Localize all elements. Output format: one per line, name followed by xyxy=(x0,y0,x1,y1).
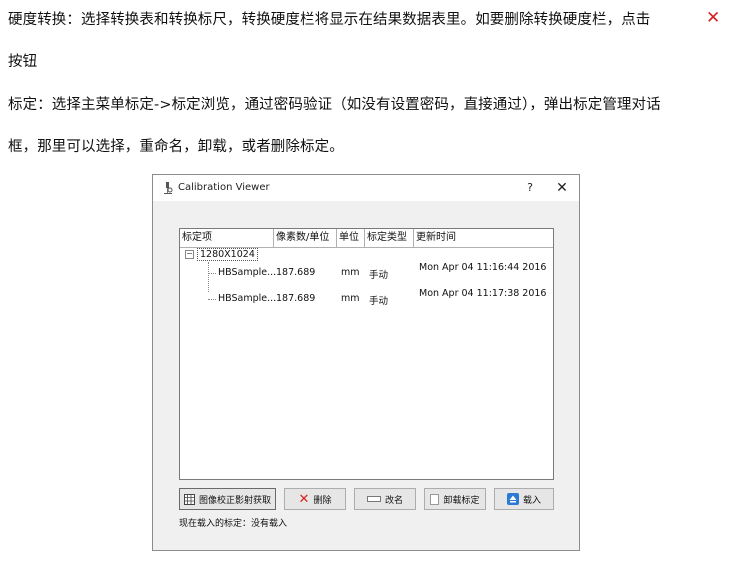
unload-icon xyxy=(430,493,440,505)
row-name: HBSample... xyxy=(218,293,277,304)
column-header-type[interactable]: 标定类型 xyxy=(365,229,414,247)
row-type: 手动 xyxy=(369,270,389,281)
microscope-icon xyxy=(164,182,173,194)
load-up-icon xyxy=(506,493,519,505)
rename-label: 改名 xyxy=(384,495,403,506)
doc-paragraph-1: 硬度转换：选择转换表和转换标尺，转换硬度栏将显示在结果数据表里。如要删除转换硬度… xyxy=(8,12,651,28)
delete-label: 删除 xyxy=(313,495,332,506)
doc-paragraph-2: 标定：选择主菜单标定->标定浏览，通过密码验证（如没有设置密码，直接通过），弹出… xyxy=(8,97,661,113)
calibration-viewer-dialog: Calibration Viewer ? ✕ 标定项 像素数/单位 单位 标定类… xyxy=(152,174,580,551)
list-header: 标定项 像素数/单位 单位 标定类型 更新时间 xyxy=(180,229,553,248)
rename-button[interactable]: 改名 xyxy=(354,488,416,510)
image-correction-button[interactable]: 图像校正影射获取 xyxy=(179,488,276,510)
column-header-time[interactable]: 更新时间 xyxy=(414,229,553,247)
row-pixels: 187.689 xyxy=(276,293,316,304)
doc-paragraph-1-end: 按钮 xyxy=(8,54,38,70)
help-button[interactable]: ? xyxy=(522,180,538,196)
collapse-icon[interactable]: − xyxy=(185,250,194,259)
delete-button[interactable]: ✕ 删除 xyxy=(284,488,346,510)
column-header-unit[interactable]: 单位 xyxy=(337,229,365,247)
image-correction-label: 图像校正影射获取 xyxy=(198,495,271,506)
unload-label: 卸载标定 xyxy=(443,495,480,506)
rename-icon xyxy=(366,496,381,502)
row-type: 手动 xyxy=(369,296,389,307)
column-header-item[interactable]: 标定项 xyxy=(180,229,274,247)
load-label: 载入 xyxy=(522,495,541,506)
row-unit: mm xyxy=(341,267,360,278)
tree-root-label: 1280X1024 xyxy=(197,248,258,261)
column-header-pixels[interactable]: 像素数/单位 xyxy=(274,229,337,247)
row-time: Mon Apr 04 11:17:38 2016 xyxy=(419,288,547,299)
calibration-tree-list[interactable]: 标定项 像素数/单位 单位 标定类型 更新时间 −1280X1024 HBSam… xyxy=(179,228,554,480)
row-pixels: 187.689 xyxy=(276,267,316,278)
doc-paragraph-2-end: 框，那里可以选择，重命名，卸载，或者删除标定。 xyxy=(8,139,344,155)
load-button[interactable]: 载入 xyxy=(494,488,554,510)
tree-connector xyxy=(208,273,216,274)
row-name: HBSample... xyxy=(218,267,277,278)
dialog-title: Calibration Viewer xyxy=(178,182,270,193)
red-x-icon: ✕ xyxy=(706,8,721,28)
status-text: 现在载入的标定：没有载入 xyxy=(179,519,288,529)
close-button[interactable]: ✕ xyxy=(553,180,571,196)
row-time: Mon Apr 04 11:16:44 2016 xyxy=(419,262,547,273)
tree-connector xyxy=(208,299,216,300)
delete-x-icon: ✕ xyxy=(298,491,310,507)
row-unit: mm xyxy=(341,293,360,304)
grid-icon xyxy=(183,493,195,505)
tree-root-node[interactable]: −1280X1024 xyxy=(185,248,258,261)
title-bar[interactable]: Calibration Viewer ? ✕ xyxy=(153,175,579,201)
unload-button[interactable]: 卸载标定 xyxy=(424,488,486,510)
tree-connector xyxy=(208,262,209,292)
